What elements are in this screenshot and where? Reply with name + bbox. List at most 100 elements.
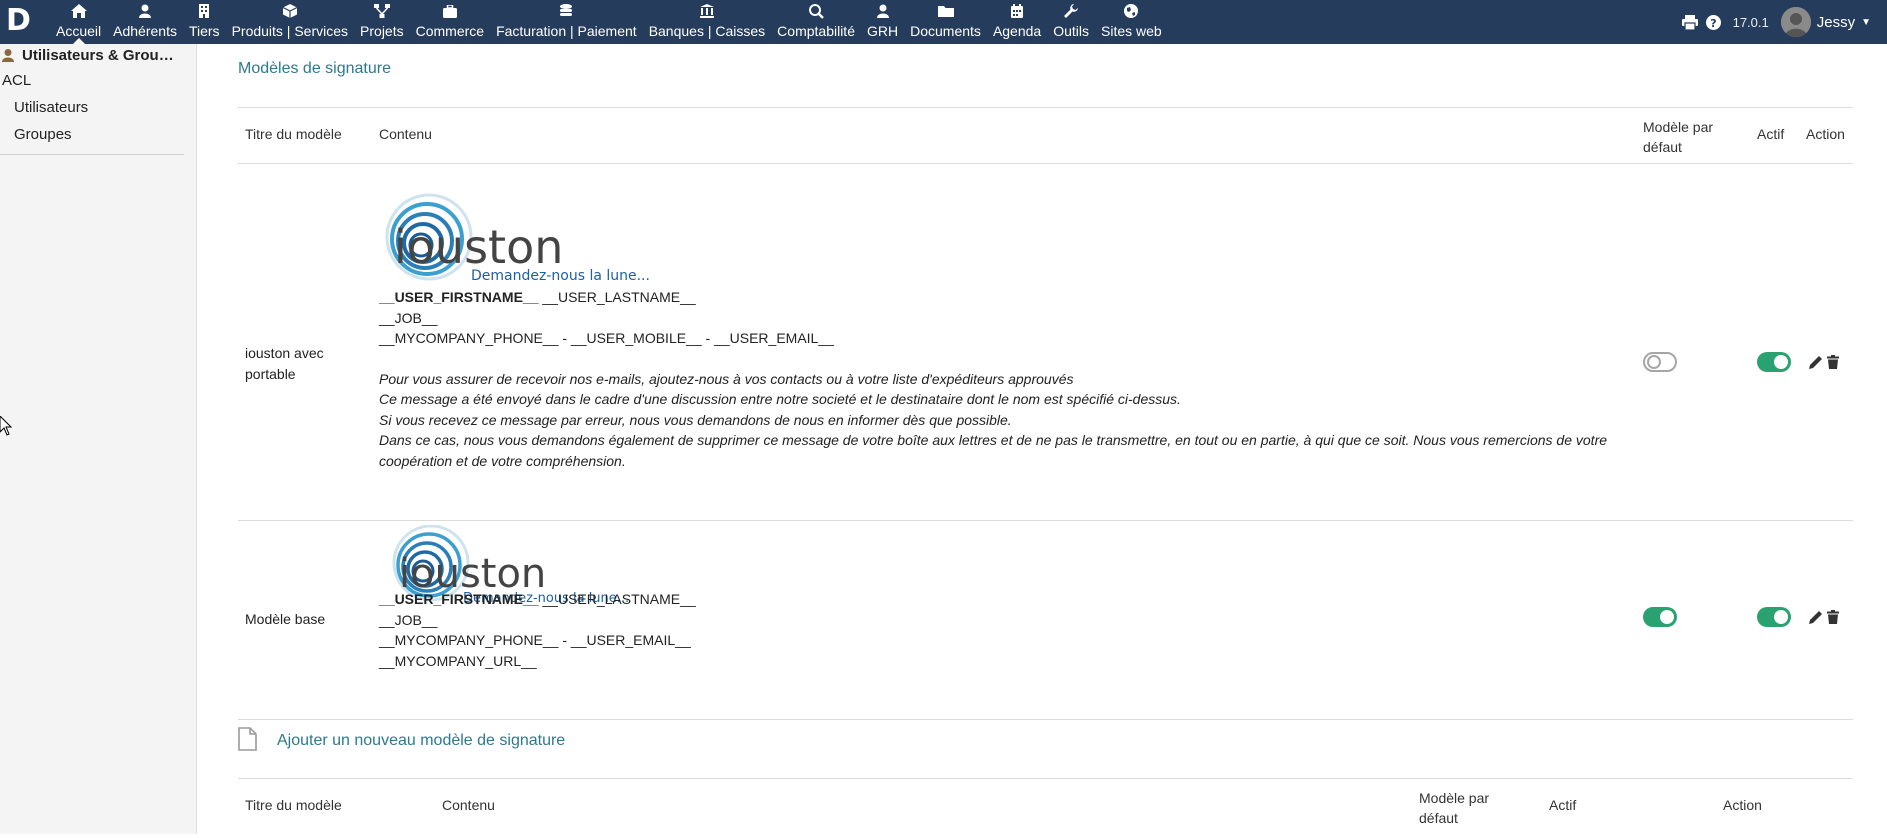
chevron-down-icon[interactable]: ▼	[1861, 17, 1871, 28]
menu-label: Produits | Services	[231, 23, 349, 39]
col-header-default: Modèle par défaut	[1643, 117, 1713, 157]
menu-label: Outils	[1053, 23, 1090, 39]
pencil-icon[interactable]	[1809, 610, 1823, 624]
menu-label: Documents	[910, 23, 981, 39]
menu-grh[interactable]: GRH	[861, 0, 904, 44]
user-name[interactable]: Jessy	[1817, 14, 1855, 31]
toggle-knob	[1774, 355, 1788, 369]
building-icon	[199, 3, 210, 19]
menu-comptabilite[interactable]: Comptabilité	[771, 0, 861, 44]
menu-label: Adhérents	[113, 23, 177, 39]
project-icon	[373, 3, 390, 19]
menu-tiers[interactable]: Tiers	[183, 0, 226, 44]
disclaimer-line: Si vous recevez ce message par erreur, n…	[379, 411, 1012, 428]
section-title: Modèles de signature	[238, 60, 391, 77]
svg-text:?: ?	[1710, 17, 1716, 30]
menu-accueil[interactable]: Accueil	[50, 0, 107, 44]
sidebar-divider	[0, 154, 184, 155]
user-avatar[interactable]	[1780, 7, 1811, 37]
sig-spacer	[379, 349, 1629, 369]
user-icon	[2, 48, 14, 62]
table-header-border	[238, 163, 1853, 164]
menu-produits[interactable]: Produits | Services	[226, 0, 354, 44]
form-col-default-l1: Modèle par	[1419, 790, 1490, 806]
trash-icon[interactable]	[1827, 355, 1839, 369]
row-title: Modèle base	[245, 611, 326, 627]
home-icon	[70, 3, 87, 19]
row-title: iouston avec portable	[245, 343, 324, 385]
col-header-title: Titre du modèle	[245, 126, 342, 142]
sig-lastname: __USER_LASTNAME__	[538, 591, 696, 607]
sig-line-url: __MYCOMPANY_URL__	[379, 652, 537, 669]
sig-line-contact: __MYCOMPANY_PHONE__ - __USER_MOBILE__ - …	[379, 330, 834, 346]
toggle-knob	[1647, 355, 1661, 369]
file-icon	[238, 727, 257, 754]
disclaimer-line: Ce message a été envoyé dans le cadre d'…	[379, 391, 1181, 407]
menu-label: Sites web	[1101, 23, 1162, 39]
version-label: 17.0.1	[1732, 14, 1769, 30]
sidebar-title[interactable]: Utilisateurs & Grou…	[0, 44, 196, 66]
menu-projets[interactable]: Projets	[354, 0, 410, 44]
dolibarr-logo[interactable]: D	[6, 3, 34, 39]
pencil-icon[interactable]	[1809, 355, 1823, 369]
sig-firstname: __USER_FIRSTNAME__	[379, 289, 539, 305]
form-col-default-l2: défaut	[1419, 810, 1458, 826]
default-toggle-off[interactable]	[1643, 352, 1677, 372]
menu-facturation[interactable]: Facturation | Paiement	[490, 0, 643, 44]
row-content: __USER_FIRSTNAME__ __USER_LASTNAME__ __J…	[379, 589, 696, 671]
sig-lastname: __USER_LASTNAME__	[538, 289, 696, 305]
sidebar-item-groupes[interactable]: Groupes	[14, 126, 72, 143]
form-col-action: Action	[1723, 797, 1762, 813]
iouston-logo: iouston Demandez-nous la lune...	[385, 193, 649, 283]
main-content: Modèles de signature Titre du modèle Con…	[197, 44, 1887, 834]
print-icon[interactable]	[1681, 14, 1698, 30]
sig-line-job: __JOB__	[379, 611, 438, 628]
sig-line-name: __USER_FIRSTNAME__ __USER_LASTNAME__	[379, 287, 1629, 308]
search-dollar-icon	[808, 3, 824, 19]
member-icon	[139, 3, 152, 19]
form-col-title: Titre du modèle	[245, 797, 342, 813]
menu-outils[interactable]: Outils	[1047, 0, 1095, 44]
default-toggle-on[interactable]	[1643, 607, 1677, 627]
active-toggle-on[interactable]	[1757, 607, 1791, 627]
menu-commerce[interactable]: Commerce	[410, 0, 490, 44]
logo-tagline: Demandez-nous la lune...	[471, 268, 649, 283]
top-right-tools: ? 17.0.1 Jessy ▼	[1681, 0, 1887, 44]
sig-line-contact: __MYCOMPANY_PHONE__ - __USER_EMAIL__	[379, 632, 691, 648]
trash-icon[interactable]	[1827, 610, 1839, 624]
menu-label: Agenda	[992, 23, 1042, 39]
active-toggle-on[interactable]	[1757, 352, 1791, 372]
toggle-knob	[1774, 610, 1788, 624]
folder-icon	[937, 3, 954, 19]
disclaimer-line: Pour vous assurer de recevoir nos e-mail…	[379, 370, 1074, 387]
form-col-default: Modèle par défaut	[1419, 788, 1489, 828]
add-signature-link[interactable]: Ajouter un nouveau modèle de signature	[277, 732, 565, 750]
menu-banques[interactable]: Banques | Caisses	[643, 0, 771, 44]
table-top-border	[238, 107, 1853, 108]
row-title-l1: iouston avec	[245, 345, 324, 361]
wrench-icon	[1064, 3, 1079, 19]
help-icon[interactable]: ?	[1705, 14, 1721, 30]
menu-documents[interactable]: Documents	[904, 0, 987, 44]
row-border	[238, 719, 1853, 720]
sig-firstname: __USER_FIRSTNAME__	[379, 591, 539, 607]
menu-agenda[interactable]: Agenda	[987, 0, 1047, 44]
person-icon	[876, 3, 889, 19]
form-top-border	[238, 778, 1853, 779]
sig-line-job: __JOB__	[379, 309, 438, 326]
row-content: __USER_FIRSTNAME__ __USER_LASTNAME__ __J…	[379, 287, 1629, 471]
cube-icon	[282, 3, 297, 19]
signature-table: Titre du modèle Contenu Modèle par défau…	[238, 107, 1853, 720]
menu-sites-web[interactable]: Sites web	[1095, 0, 1168, 44]
disclaimer-line: Dans ce cas, nous vous demandons égaleme…	[379, 432, 1608, 469]
sidebar-item-acl[interactable]: ACL	[2, 72, 31, 89]
menu-label: Banques | Caisses	[648, 23, 766, 39]
briefcase-icon	[442, 3, 457, 19]
col-header-default-l1: Modèle par	[1643, 119, 1714, 135]
col-header-default-l2: défaut	[1643, 139, 1682, 155]
sidebar-item-utilisateurs[interactable]: Utilisateurs	[14, 99, 88, 116]
globe-icon	[1124, 3, 1139, 19]
menu-adherents[interactable]: Adhérents	[107, 0, 183, 44]
calendar-icon	[1011, 3, 1024, 19]
form-col-content: Contenu	[442, 797, 495, 813]
